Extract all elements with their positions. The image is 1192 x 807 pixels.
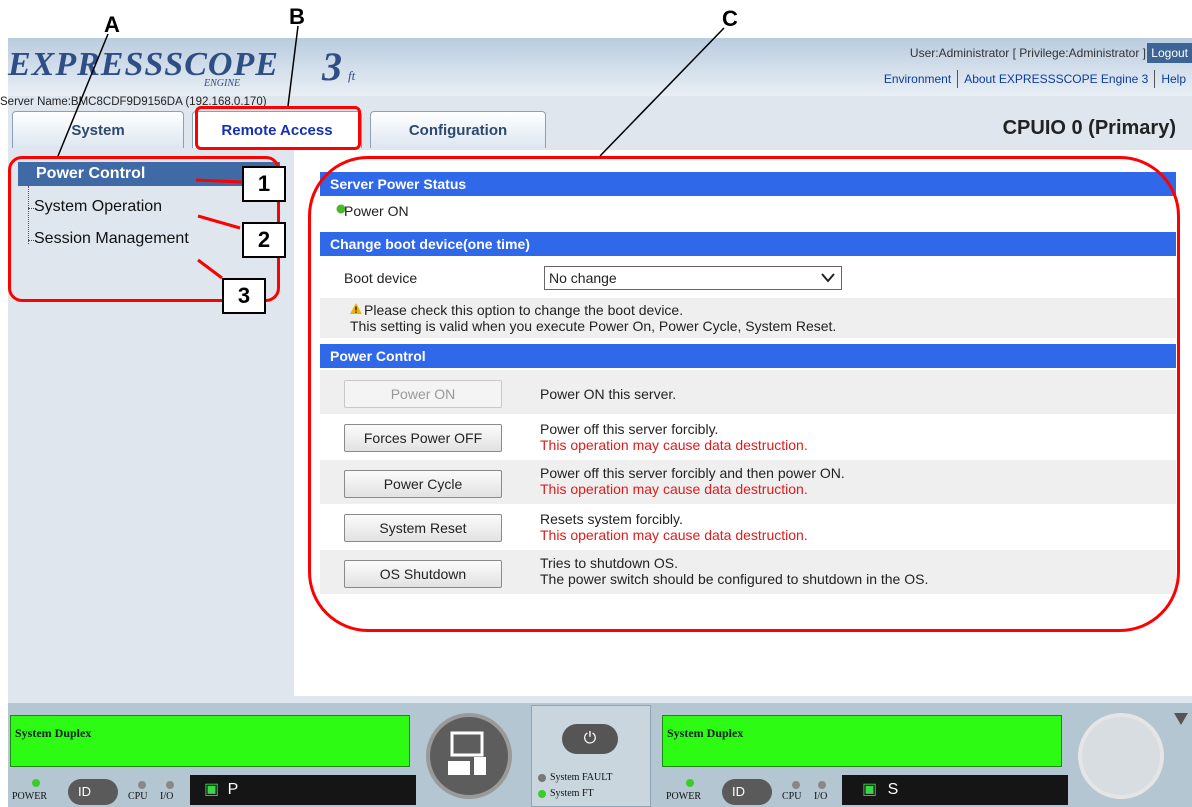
- badge-3: 3: [222, 278, 266, 314]
- annotation-lines: [57, 25, 725, 280]
- badge-2: 2: [242, 222, 286, 258]
- badge-1: 1: [242, 166, 286, 202]
